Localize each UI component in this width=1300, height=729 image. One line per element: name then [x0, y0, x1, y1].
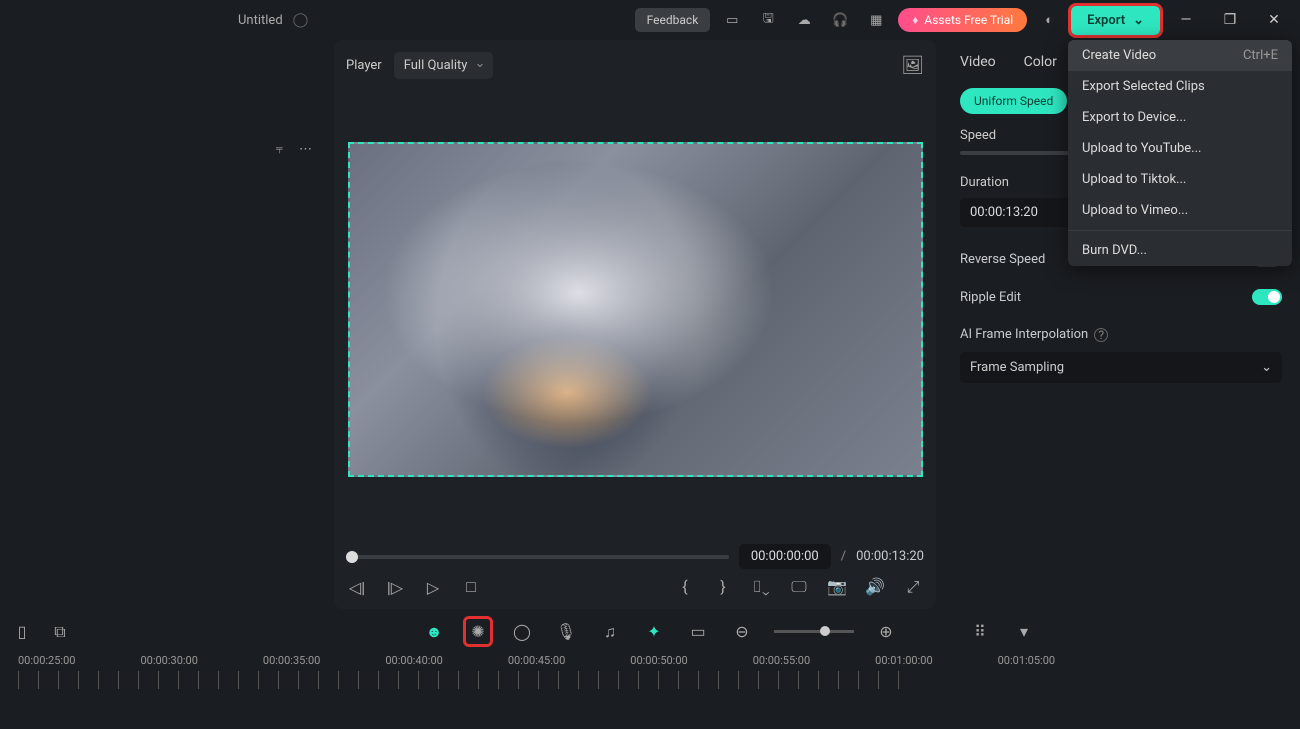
- ruler-mark: 00:00:35:00: [263, 654, 320, 667]
- ruler-mark: 00:00:25:00: [18, 654, 75, 667]
- cloud-icon[interactable]: ☁: [790, 6, 818, 34]
- ripple-edit-label: Ripple Edit: [960, 290, 1021, 305]
- timeline-area: ▯ ⧉ ☻ ✺ ◯ 🎙 ♫ ✦ ▭ ⊖ ⊕ ⠿ ▾ 00:00:25:00 00…: [0, 609, 1300, 729]
- total-timecode: 00:00:13:20: [856, 549, 924, 564]
- minimize-button[interactable]: —: [1168, 4, 1204, 36]
- maximize-button[interactable]: ❐: [1212, 4, 1248, 36]
- ruler-mark: 00:00:50:00: [630, 654, 687, 667]
- current-timecode: 00:00:00:00: [739, 544, 831, 569]
- ruler-mark: 00:01:00:00: [875, 654, 932, 667]
- assets-trial-button[interactable]: ♦ Assets Free Trial: [898, 8, 1027, 32]
- voice-icon[interactable]: 🎙: [554, 622, 578, 641]
- timecode-separator: /: [841, 549, 846, 564]
- zoom-slider[interactable]: [774, 630, 854, 633]
- theme-icon[interactable]: ◐: [1035, 6, 1063, 34]
- player-label: Player: [346, 58, 382, 73]
- ruler-mark: 00:01:05:00: [998, 654, 1055, 667]
- preview-panel: Player Full Quality 🖼 00:00:00:00 / 00:0…: [334, 40, 936, 609]
- filter-icon[interactable]: ⫧: [276, 142, 283, 157]
- feedback-button[interactable]: Feedback: [635, 8, 711, 32]
- menu-export-selected[interactable]: Export Selected Clips: [1068, 71, 1292, 102]
- mark-out-icon[interactable]: }: [712, 577, 734, 597]
- assets-trial-label: Assets Free Trial: [924, 13, 1013, 27]
- titlebar: Untitled ◯ Feedback ▭ 🖫 ☁ 🎧 ▦ ♦ Assets F…: [0, 0, 1300, 40]
- gem-icon: ♦: [912, 13, 918, 27]
- quality-select[interactable]: Full Quality: [394, 52, 494, 79]
- project-title: Untitled: [238, 13, 283, 28]
- zoom-out-icon[interactable]: ⊖: [730, 622, 754, 641]
- play-icon[interactable]: ▷: [422, 578, 444, 597]
- scrub-knob[interactable]: [346, 551, 358, 563]
- menu-create-video[interactable]: Create Video Ctrl+E: [1068, 40, 1292, 71]
- menu-upload-youtube[interactable]: Upload to YouTube...: [1068, 133, 1292, 164]
- export-dropdown: Create Video Ctrl+E Export Selected Clip…: [1068, 40, 1292, 266]
- close-button[interactable]: ✕: [1256, 4, 1292, 36]
- zoom-knob[interactable]: [820, 626, 830, 636]
- ripple-edit-toggle[interactable]: [1252, 289, 1282, 305]
- media-panel: ⫧ ⋯: [0, 40, 328, 609]
- snapshot-icon[interactable]: 🖼: [901, 55, 924, 76]
- menu-upload-tiktok[interactable]: Upload to Tiktok...: [1068, 164, 1292, 195]
- timeline-tool-a[interactable]: ▯: [10, 622, 34, 641]
- volume-icon[interactable]: 🔊: [864, 577, 886, 597]
- chevron-down-icon: ⌄: [1133, 13, 1144, 28]
- menu-export-device[interactable]: Export to Device...: [1068, 102, 1292, 133]
- ruler-mark: 00:00:55:00: [753, 654, 810, 667]
- export-button[interactable]: Export ⌄: [1071, 6, 1160, 35]
- stop-icon[interactable]: □: [460, 577, 482, 597]
- save-icon[interactable]: 🖫: [754, 6, 782, 34]
- timeline-ticks[interactable]: [18, 671, 908, 689]
- menu-upload-vimeo[interactable]: Upload to Vimeo...: [1068, 195, 1292, 226]
- camera-icon[interactable]: 📷: [826, 577, 848, 597]
- reverse-speed-label: Reverse Speed: [960, 252, 1045, 267]
- frame-sampling-select[interactable]: Frame Sampling ⌄: [960, 352, 1282, 383]
- ruler-mark: 00:00:30:00: [140, 654, 197, 667]
- ruler-mark: 00:00:40:00: [385, 654, 442, 667]
- ai-tool-icon[interactable]: ☻: [422, 622, 446, 642]
- keyframe-tool-icon[interactable]: ✺: [466, 619, 490, 644]
- effects-icon[interactable]: ✦: [642, 622, 666, 641]
- fullscreen-icon[interactable]: ⤢: [902, 577, 924, 597]
- help-icon[interactable]: ?: [1094, 328, 1108, 342]
- more-icon[interactable]: ⋯: [299, 142, 312, 157]
- ai-interpolation-label: AI Frame Interpolation: [960, 327, 1088, 342]
- export-label: Export: [1087, 13, 1125, 28]
- music-icon[interactable]: ♫: [598, 622, 622, 642]
- tab-color[interactable]: Color: [1024, 54, 1057, 70]
- grid-view-icon[interactable]: ⠿: [968, 622, 992, 641]
- timeline-tool-b[interactable]: ⧉: [48, 622, 72, 642]
- headphones-icon[interactable]: 🎧: [826, 6, 854, 34]
- sync-status-icon: ◯: [293, 12, 309, 28]
- display-icon[interactable]: 🖵: [788, 577, 810, 597]
- preview-canvas[interactable]: [346, 87, 924, 532]
- zoom-in-icon[interactable]: ⊕: [874, 622, 898, 641]
- uniform-speed-pill[interactable]: Uniform Speed: [960, 88, 1067, 114]
- aspect-icon[interactable]: ⌷⌄: [750, 577, 772, 597]
- selected-clip-frame[interactable]: [348, 142, 923, 477]
- marker-icon[interactable]: ◯: [510, 622, 534, 641]
- next-frame-icon[interactable]: |▷: [384, 578, 406, 597]
- prev-frame-icon[interactable]: ◁|: [346, 578, 368, 597]
- timeline-ruler[interactable]: 00:00:25:00 00:00:30:00 00:00:35:00 00:0…: [18, 654, 1290, 667]
- mark-in-icon[interactable]: {: [674, 577, 696, 597]
- scrub-bar[interactable]: [346, 555, 729, 559]
- timeline-options-icon[interactable]: ▾: [1012, 622, 1036, 641]
- menu-separator: [1068, 230, 1292, 231]
- chevron-down-icon: ⌄: [1261, 360, 1272, 375]
- layout-icon[interactable]: ▭: [718, 6, 746, 34]
- tab-video[interactable]: Video: [960, 54, 996, 70]
- apps-icon[interactable]: ▦: [862, 6, 890, 34]
- menu-burn-dvd[interactable]: Burn DVD...: [1068, 235, 1292, 266]
- ruler-mark: 00:00:45:00: [508, 654, 565, 667]
- crop-icon[interactable]: ▭: [686, 622, 710, 641]
